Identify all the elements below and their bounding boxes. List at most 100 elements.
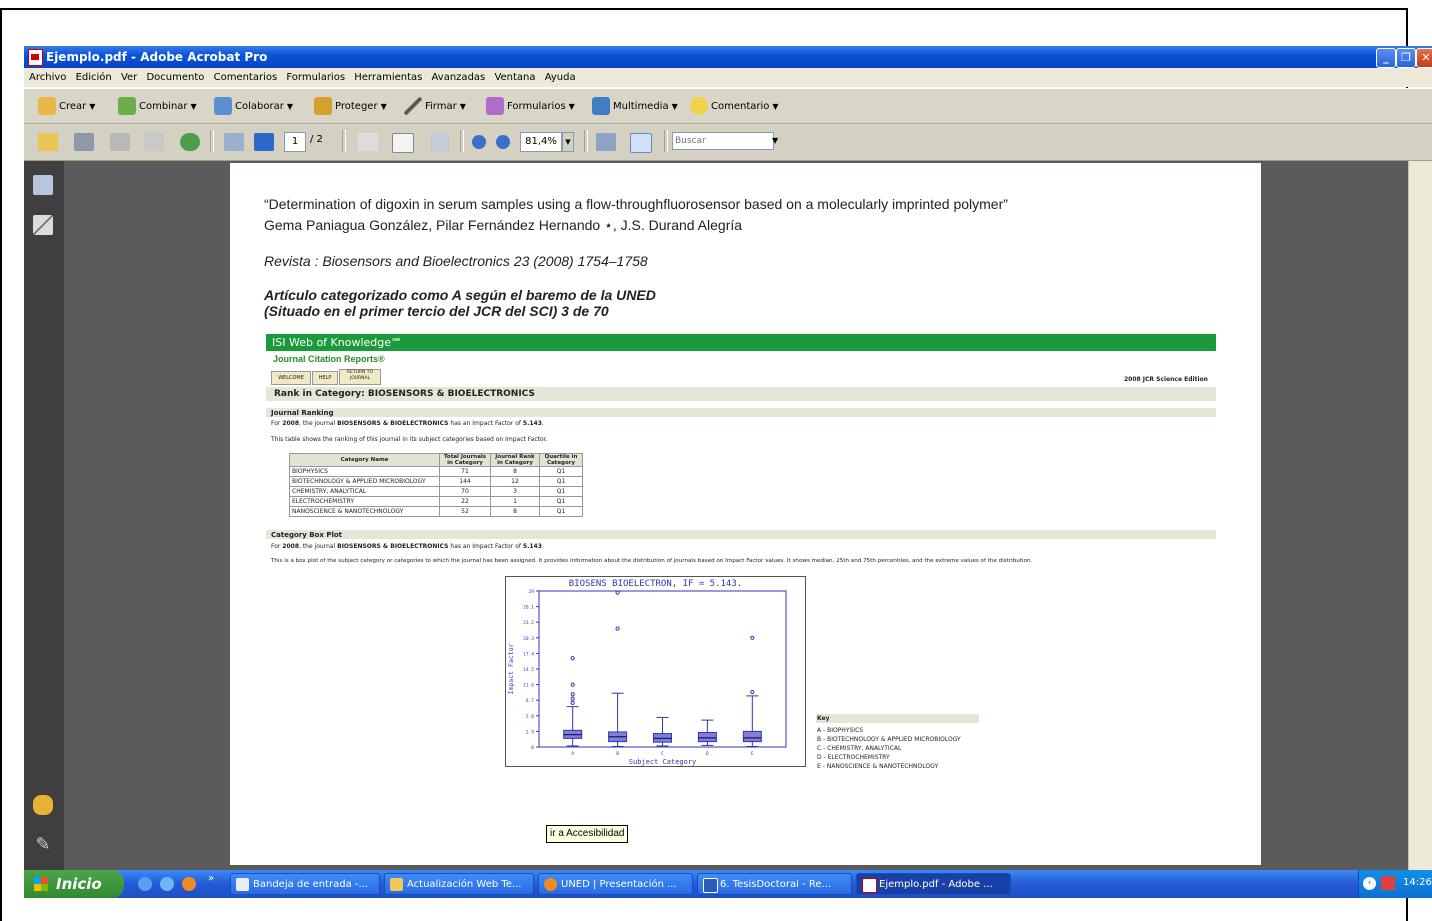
taskbar-label: 6. TesisDoctoral - Re... bbox=[720, 879, 832, 890]
restore-button[interactable]: ❐ bbox=[1396, 48, 1416, 68]
comentario-button[interactable]: Comentario ▼ bbox=[690, 97, 779, 115]
taskbar-button-uned[interactable]: UNED | Presentación ... bbox=[538, 873, 693, 895]
chrome-quicklaunch-icon[interactable] bbox=[160, 877, 174, 891]
taskbar-button-web[interactable]: Actualización Web Te... bbox=[384, 873, 534, 895]
y-tick-label: 0 bbox=[531, 745, 534, 751]
proteger-label: Proteger bbox=[335, 101, 378, 112]
fit-width-icon[interactable] bbox=[596, 133, 616, 151]
crear-button[interactable]: Crear ▼ bbox=[38, 97, 95, 115]
jcr-subtitle: Journal Citation Reports® bbox=[273, 354, 385, 364]
firefox-quicklaunch-icon[interactable] bbox=[182, 877, 196, 891]
comments-icon[interactable] bbox=[33, 795, 53, 815]
comentario-label: Comentario bbox=[711, 101, 770, 112]
page-number-input[interactable]: 1 bbox=[284, 132, 306, 152]
select-text-icon[interactable] bbox=[358, 133, 378, 151]
save-icon[interactable] bbox=[110, 133, 130, 151]
zoom-dropdown-arrow[interactable]: ▼ bbox=[562, 132, 574, 152]
table-row: CHEMISTRY, ANALYTICAL 70 3 Q1 bbox=[289, 486, 583, 497]
accessibility-tooltip: ir a Accesibilidad bbox=[546, 825, 629, 843]
collaborate-icon-small[interactable] bbox=[180, 133, 200, 151]
return-to-journal-button[interactable]: RETURN TO JOURNAL bbox=[339, 369, 381, 385]
folder-icon bbox=[390, 878, 403, 891]
clock: 14:26 bbox=[1403, 877, 1432, 888]
menu-avanzadas[interactable]: Avanzadas bbox=[432, 72, 486, 83]
taskbar-button-acrobat[interactable]: Ejemplo.pdf - Adobe ... bbox=[856, 873, 1011, 895]
formularios-button[interactable]: Formularios ▼ bbox=[486, 97, 575, 115]
cell: 144 bbox=[439, 476, 491, 487]
previous-page-icon[interactable] bbox=[224, 133, 244, 151]
open-icon[interactable] bbox=[38, 133, 58, 151]
y-tick-label: 17.4 bbox=[523, 651, 534, 657]
pages-icon[interactable] bbox=[33, 175, 53, 195]
marquee-zoom-icon[interactable] bbox=[430, 133, 450, 151]
tray-expand-icon[interactable]: ‹ bbox=[1363, 877, 1376, 890]
colaborar-button[interactable]: Colaborar ▼ bbox=[214, 97, 293, 115]
ranking-mid: , the journal bbox=[299, 420, 338, 427]
menu-ventana[interactable]: Ventana bbox=[494, 72, 535, 83]
start-button[interactable]: Inicio bbox=[24, 870, 124, 898]
fit-page-icon[interactable] bbox=[630, 133, 652, 153]
y-tick-label: 20.3 bbox=[523, 636, 534, 642]
ranking-year: 2008 bbox=[282, 420, 299, 427]
bp-mid: , the journal bbox=[299, 543, 338, 550]
create-pdf-icon bbox=[38, 97, 56, 115]
comment-icon bbox=[690, 97, 708, 115]
menu-formularios[interactable]: Formularios bbox=[286, 72, 345, 83]
navigation-toolbar: 1 / 2 81,4% ▼ ▼ bbox=[24, 124, 1432, 161]
firmar-label: Firmar bbox=[425, 101, 457, 112]
next-page-icon[interactable] bbox=[254, 133, 274, 151]
zoom-in-icon[interactable] bbox=[496, 135, 510, 149]
menu-ayuda[interactable]: Ayuda bbox=[545, 72, 576, 83]
key-item: C - CHEMISTRY, ANALYTICAL bbox=[817, 745, 902, 752]
x-tick-label: D bbox=[706, 751, 709, 757]
menu-herramientas[interactable]: Herramientas bbox=[354, 72, 422, 83]
menu-documento[interactable]: Documento bbox=[146, 72, 204, 83]
taskbar-button-inbox[interactable]: Bandeja de entrada -... bbox=[230, 873, 380, 895]
taskbar-button-tesis[interactable]: 6. TesisDoctoral - Re... bbox=[697, 873, 852, 895]
welcome-button[interactable]: WELCOME bbox=[271, 371, 311, 385]
cell: 3 bbox=[490, 486, 540, 497]
print-icon[interactable] bbox=[74, 133, 94, 151]
network-icon[interactable] bbox=[1381, 876, 1395, 890]
key-item: A - BIOPHYSICS bbox=[817, 727, 864, 734]
menu-edicion[interactable]: Edición bbox=[76, 72, 112, 83]
attachment-icon[interactable]: ✎ bbox=[33, 835, 53, 855]
help-button[interactable]: HELP bbox=[312, 371, 338, 385]
mail-icon bbox=[236, 878, 249, 891]
pdf-app-icon bbox=[28, 49, 43, 66]
taskbar: Inicio » Bandeja de entrada -... Actuali… bbox=[24, 870, 1432, 898]
hand-tool-icon[interactable] bbox=[392, 133, 414, 153]
cell: BIOPHYSICS bbox=[289, 466, 440, 477]
ie-quicklaunch-icon[interactable] bbox=[138, 877, 152, 891]
proteger-button[interactable]: Proteger ▼ bbox=[314, 97, 387, 115]
vertical-scrollbar[interactable] bbox=[1408, 161, 1432, 870]
task-toolbar: Crear ▼ Combinar ▼ Colaborar ▼ Proteger ▼ Fi… bbox=[24, 88, 1432, 124]
taskbar-label: Ejemplo.pdf - Adobe ... bbox=[879, 879, 993, 890]
combinar-button[interactable]: Combinar ▼ bbox=[118, 97, 197, 115]
firmar-button[interactable]: Firmar ▼ bbox=[404, 97, 466, 115]
collaborate-icon bbox=[214, 97, 232, 115]
combinar-label: Combinar bbox=[139, 101, 188, 112]
cell: Q1 bbox=[539, 496, 583, 507]
category-line-2: (Situado en el primer tercio del JCR del… bbox=[264, 303, 609, 319]
minimize-button[interactable]: _ bbox=[1376, 48, 1396, 68]
category-line-1: Artículo categorizado como A según el ba… bbox=[264, 287, 656, 303]
multimedia-button[interactable]: Multimedia ▼ bbox=[592, 97, 678, 115]
y-tick-label: 29 bbox=[529, 589, 535, 595]
menu-archivo[interactable]: Archivo bbox=[29, 72, 66, 83]
y-tick-label: 5.8 bbox=[526, 714, 534, 720]
chevron-more-icon[interactable]: » bbox=[208, 873, 214, 884]
search-dropdown-icon[interactable]: ▼ bbox=[772, 136, 778, 145]
search-input[interactable] bbox=[672, 132, 774, 150]
zoom-out-icon[interactable] bbox=[472, 135, 486, 149]
page-total: / 2 bbox=[310, 134, 323, 145]
isi-band: ISI Web of Knowledge℠ bbox=[266, 334, 1216, 351]
close-button[interactable]: ✕ bbox=[1416, 48, 1432, 68]
email-icon[interactable] bbox=[144, 133, 164, 151]
rank-title: Rank in Category: BIOSENSORS & BIOELECTR… bbox=[274, 389, 535, 399]
menu-comentarios[interactable]: Comentarios bbox=[214, 72, 278, 83]
menu-ver[interactable]: Ver bbox=[121, 72, 137, 83]
signatures-icon[interactable] bbox=[33, 215, 53, 235]
combine-icon bbox=[118, 97, 136, 115]
zoom-level-field[interactable]: 81,4% bbox=[520, 132, 562, 152]
